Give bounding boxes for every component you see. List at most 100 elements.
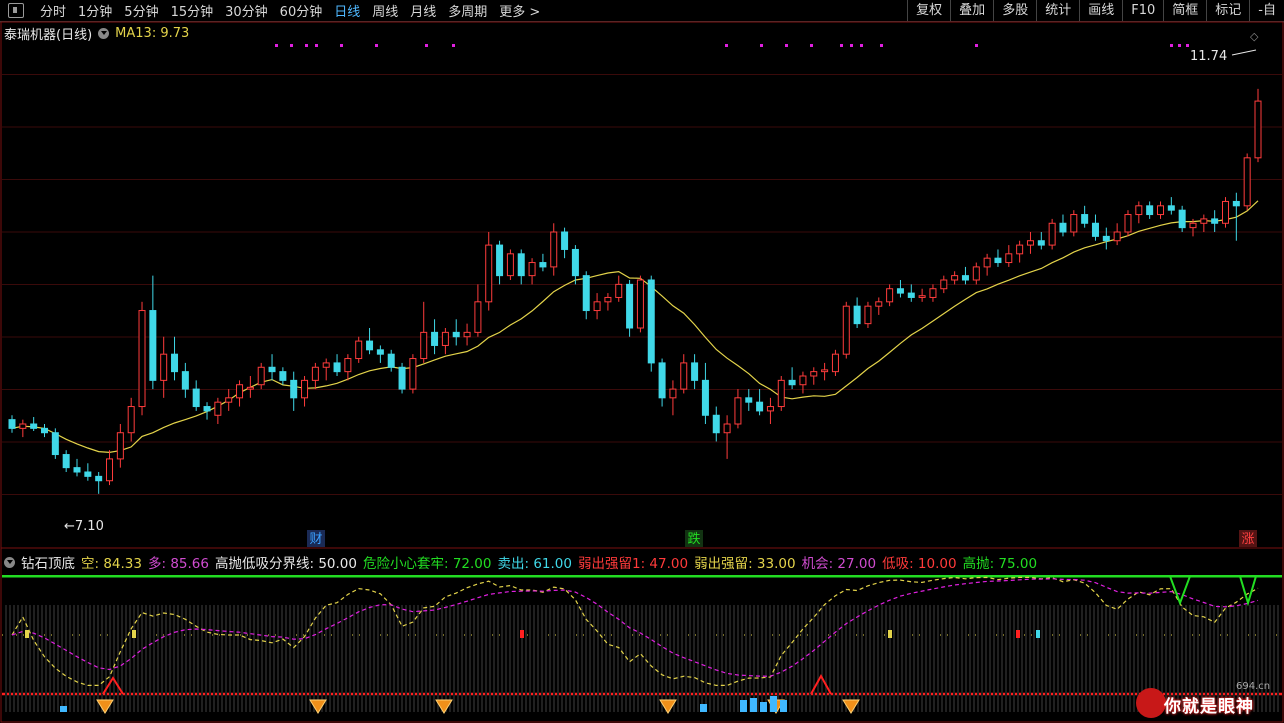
signal-dot	[880, 44, 883, 47]
candle-body	[1243, 157, 1251, 207]
candle-body	[333, 362, 341, 373]
indicator-header: 钻石顶底 空: 84.33 多: 85.66 高抛低吸分界线: 50.00 危险小心套…	[4, 552, 1043, 572]
indicator-param-3: 危险小心套牢: 72.00	[363, 556, 492, 572]
candle-body	[138, 310, 146, 408]
top-signal-v	[1239, 575, 1257, 607]
candle-body	[907, 292, 915, 298]
indicator-name: 钻石顶底	[21, 556, 75, 572]
candle-body	[214, 401, 222, 416]
candle-body	[1189, 222, 1197, 229]
candle-body	[441, 331, 449, 346]
candle-body	[1211, 218, 1219, 224]
candle-body	[192, 388, 200, 408]
candle-body	[73, 467, 81, 473]
candle-body	[1200, 218, 1208, 224]
indicator-param-7: 机会: 27.00	[801, 556, 877, 572]
candle-body	[810, 371, 818, 377]
candle-body	[1026, 240, 1034, 246]
candle-body	[485, 244, 493, 303]
candle-body	[62, 454, 70, 469]
candle-body	[550, 231, 558, 268]
indicator-param-0: 空: 84.33	[81, 556, 142, 572]
candle-body	[506, 253, 514, 277]
candle-body	[246, 386, 254, 390]
signal-dot	[452, 44, 455, 47]
candle-body	[582, 275, 590, 312]
candle-body	[821, 369, 829, 373]
candle-body	[875, 301, 883, 307]
signal-dot	[725, 44, 728, 47]
candle-body	[355, 340, 363, 360]
top-signal-v	[1169, 575, 1191, 606]
candle-body	[1091, 222, 1099, 237]
indicator-param-6: 弱出强留: 33.00	[694, 556, 796, 572]
candle-body	[799, 375, 807, 386]
candle-body	[1167, 205, 1175, 211]
candle-body	[701, 379, 709, 416]
candle-body	[279, 371, 287, 381]
signal-dot	[290, 44, 293, 47]
candle-body	[864, 305, 872, 325]
signal-flag	[1036, 630, 1040, 638]
candle-body	[496, 244, 504, 277]
candle-body	[236, 384, 244, 399]
signal-dot	[1186, 44, 1189, 47]
candle-body	[398, 366, 406, 390]
candle-body	[1037, 240, 1045, 246]
signal-flag	[520, 630, 524, 638]
candle-body	[452, 331, 460, 338]
candle-body	[19, 423, 27, 429]
signal-dot	[315, 44, 318, 47]
candle-body	[1081, 214, 1089, 224]
candle-body	[658, 362, 666, 399]
candle-body	[290, 379, 298, 399]
volume-bar	[770, 696, 777, 712]
signal-flag	[888, 630, 892, 638]
candle-body	[376, 349, 384, 355]
candle-body	[181, 371, 189, 390]
indicator-options-icon[interactable]	[4, 556, 15, 568]
candle-body	[311, 366, 319, 381]
candle-body	[51, 432, 59, 456]
signal-dot	[305, 44, 308, 47]
candle-body	[463, 331, 471, 338]
candle-body	[116, 432, 124, 460]
candle-body	[561, 231, 569, 250]
candle-body	[604, 296, 612, 303]
volume-bar	[740, 700, 747, 712]
signal-dot	[840, 44, 843, 47]
candle-body	[691, 362, 699, 381]
watermark: 你就是眼神 694.cn	[1136, 678, 1284, 723]
indicator-param-5: 弱出强留1: 47.00	[578, 556, 689, 572]
candle-body	[636, 279, 644, 329]
candle-body	[366, 340, 374, 351]
signal-dot	[375, 44, 378, 47]
candle-body	[788, 379, 796, 386]
candle-body	[896, 288, 904, 294]
candle-body	[994, 257, 1002, 264]
candle-body	[528, 262, 536, 277]
watermark-site: 694.cn	[1236, 681, 1271, 692]
indicator-param-4: 卖出: 61.00	[497, 556, 573, 572]
candle-body	[593, 301, 601, 312]
candle-body	[539, 262, 547, 268]
price-chart[interactable]: 11.74 ◇ ←7.10 财 跌 涨	[0, 0, 1284, 723]
candle-body	[571, 248, 579, 277]
candle-body	[160, 353, 168, 381]
diamond-icon	[309, 699, 327, 714]
candle-body	[669, 388, 677, 399]
candle-body	[171, 353, 179, 373]
signal-dot	[785, 44, 788, 47]
candle-body	[1146, 205, 1154, 216]
candle-body	[127, 406, 135, 434]
candle-body	[1221, 200, 1229, 224]
candle-body	[420, 331, 428, 360]
candle-body	[225, 397, 233, 403]
candle-body	[1005, 253, 1013, 264]
candle-body	[951, 275, 959, 281]
watermark-text: 你就是眼神	[1164, 697, 1254, 717]
candle-body	[886, 288, 894, 303]
high-arrow	[1231, 49, 1257, 56]
candle-body	[1232, 200, 1240, 207]
candle-body	[1102, 235, 1110, 242]
